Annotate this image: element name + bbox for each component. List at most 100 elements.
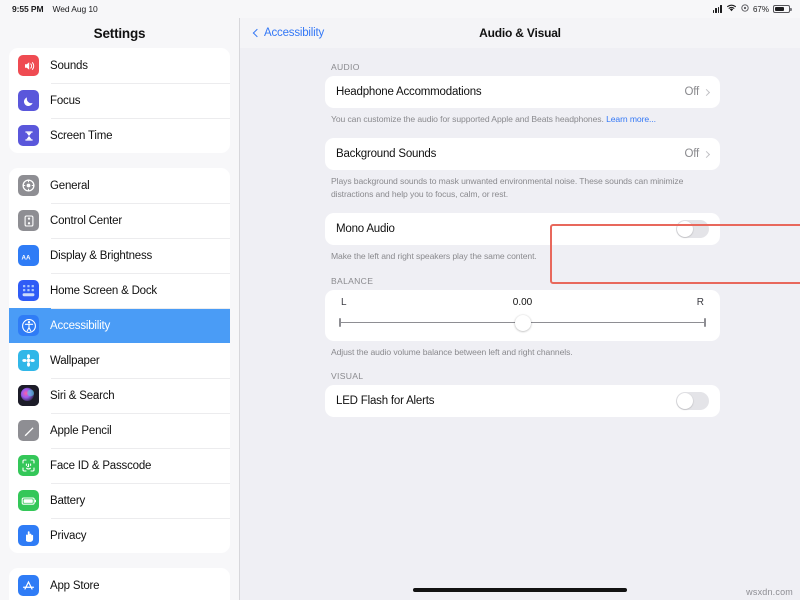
toggle-knob [677,221,693,237]
sidebar-item-accessibility[interactable]: Accessibility [9,308,230,343]
detail-navbar: Accessibility Audio & Visual [240,18,800,48]
settings-card: LED Flash for Alerts [325,385,720,417]
settings-row-label: Headphone Accommodations [336,86,684,98]
settings-section: Mono Audio Make the left and right speake… [325,213,720,262]
status-bar-right: 67% [713,4,790,14]
moon-icon [18,90,39,111]
sidebar-item-wallpaper[interactable]: Wallpaper [9,343,230,378]
sidebar-item-face-id-passcode[interactable]: Face ID & Passcode [9,448,230,483]
status-time: 9:55 PM [12,4,43,14]
pencil-icon [18,420,39,441]
sidebar-title: Settings [0,18,239,48]
section-footer-text: Adjust the audio volume balance between … [331,347,573,357]
accessibility-icon [18,315,39,336]
section-footer: Adjust the audio volume balance between … [325,341,720,358]
balance-labels: L0.00R [339,297,706,316]
sidebar-item-label: Display & Brightness [50,250,152,262]
section-footer: Plays background sounds to mask unwanted… [325,170,720,200]
sidebar-item-home-screen-dock[interactable]: Home Screen & Dock [9,273,230,308]
settings-row-label: Mono Audio [336,223,676,235]
sidebar-item-privacy[interactable]: Privacy [9,518,230,553]
home-indicator[interactable] [413,588,627,592]
chevron-right-icon [703,151,710,158]
hand-raised-icon [18,525,39,546]
status-bar-left: 9:55 PM Wed Aug 10 [12,4,98,14]
section-footer-text: You can customize the audio for supporte… [331,114,604,124]
settings-row-label: Background Sounds [336,148,684,160]
chevron-right-icon [703,88,710,95]
sidebar-item-siri-search[interactable]: Siri & Search [9,378,230,413]
sidebar-scroll-area[interactable]: Sounds Focus Screen Time General Control Cen… [0,48,239,600]
sidebar-item-label: App Store [50,580,99,592]
siri-icon [18,385,39,406]
sidebar-item-label: Battery [50,495,85,507]
sidebar-item-control-center[interactable]: Control Center [9,203,230,238]
slider-end-right [704,318,706,327]
section-footer: You can customize the audio for supporte… [325,108,720,125]
sidebar-item-battery[interactable]: Battery [9,483,230,518]
back-button[interactable]: Accessibility [254,27,324,39]
settings-card: Mono Audio [325,213,720,245]
slider-end-left [339,318,341,327]
settings-card: Headphone AccommodationsOff [325,76,720,108]
toggle-knob [677,393,693,409]
balance-right-label: R [664,297,704,308]
sidebar-item-app-store[interactable]: App Store [9,568,230,600]
section-header: BALANCE [325,276,720,290]
ipad-settings-screen: 9:55 PM Wed Aug 10 67% [0,0,800,600]
settings-sidebar[interactable]: Settings Sounds Focus Screen Time General Co… [0,18,240,600]
settings-row-value: Off [684,86,699,98]
app-grid-icon [18,280,39,301]
sidebar-item-sounds[interactable]: Sounds [9,48,230,83]
sidebar-item-label: Sounds [50,60,88,72]
settings-row-value: Off [684,148,699,160]
section-footer-text: Make the left and right speakers play th… [331,251,537,261]
settings-row[interactable]: LED Flash for Alerts [325,385,720,417]
sidebar-item-label: Screen Time [50,130,112,142]
sidebar-item-general[interactable]: General [9,168,230,203]
sidebar-item-focus[interactable]: Focus [9,83,230,118]
sidebar-item-apple-pencil[interactable]: Apple Pencil [9,413,230,448]
sidebar-item-screen-time[interactable]: Screen Time [9,118,230,153]
balance-left-label: L [341,297,381,308]
sidebar-item-display-brightness[interactable]: AA Display & Brightness [9,238,230,273]
settings-section: VISUALLED Flash for Alerts [325,371,720,417]
chevron-left-icon [253,29,261,37]
toggle-switch[interactable] [676,392,709,410]
settings-row-label: LED Flash for Alerts [336,395,676,407]
sidebar-item-label: Control Center [50,215,122,227]
text-size-icon: AA [18,245,39,266]
settings-row[interactable]: Mono Audio [325,213,720,245]
battery-percent-label: 67% [753,5,769,14]
sidebar-item-label: Focus [50,95,80,107]
detail-pane: Accessibility Audio & Visual AUDIOHeadph… [240,18,800,600]
back-button-label: Accessibility [264,27,324,39]
toggle-switch[interactable] [676,220,709,238]
balance-slider[interactable] [339,316,706,330]
cellular-signal-icon [713,5,722,13]
sidebar-item-label: Apple Pencil [50,425,112,437]
section-header: AUDIO [325,62,720,76]
settings-card: Background SoundsOff [325,138,720,170]
face-id-icon [18,455,39,476]
settings-row[interactable]: Background SoundsOff [325,138,720,170]
sidebar-group: Sounds Focus Screen Time [9,48,230,153]
gear-icon [18,175,39,196]
location-icon [741,4,749,14]
learn-more-link[interactable]: Learn more... [606,114,656,124]
app-store-icon [18,575,39,596]
settings-row[interactable]: Headphone AccommodationsOff [325,76,720,108]
section-footer-text: Plays background sounds to mask unwanted… [331,176,683,198]
sidebar-item-label: Privacy [50,530,86,542]
sidebar-item-label: Home Screen & Dock [50,285,157,297]
speaker-icon [18,55,39,76]
sidebar-item-label: Accessibility [50,320,110,332]
sidebar-item-label: Wallpaper [50,355,100,367]
sidebar-item-label: Face ID & Passcode [50,460,151,472]
sidebar-group: App StoreWallet & Apple Pay [9,568,230,600]
status-date: Wed Aug 10 [52,4,97,14]
settings-section: BALANCE L0.00R Adjust the audio volume bal… [325,276,720,358]
balance-card: L0.00R [325,290,720,341]
split-view: Settings Sounds Focus Screen Time General Co… [0,18,800,600]
slider-knob[interactable] [515,315,531,331]
